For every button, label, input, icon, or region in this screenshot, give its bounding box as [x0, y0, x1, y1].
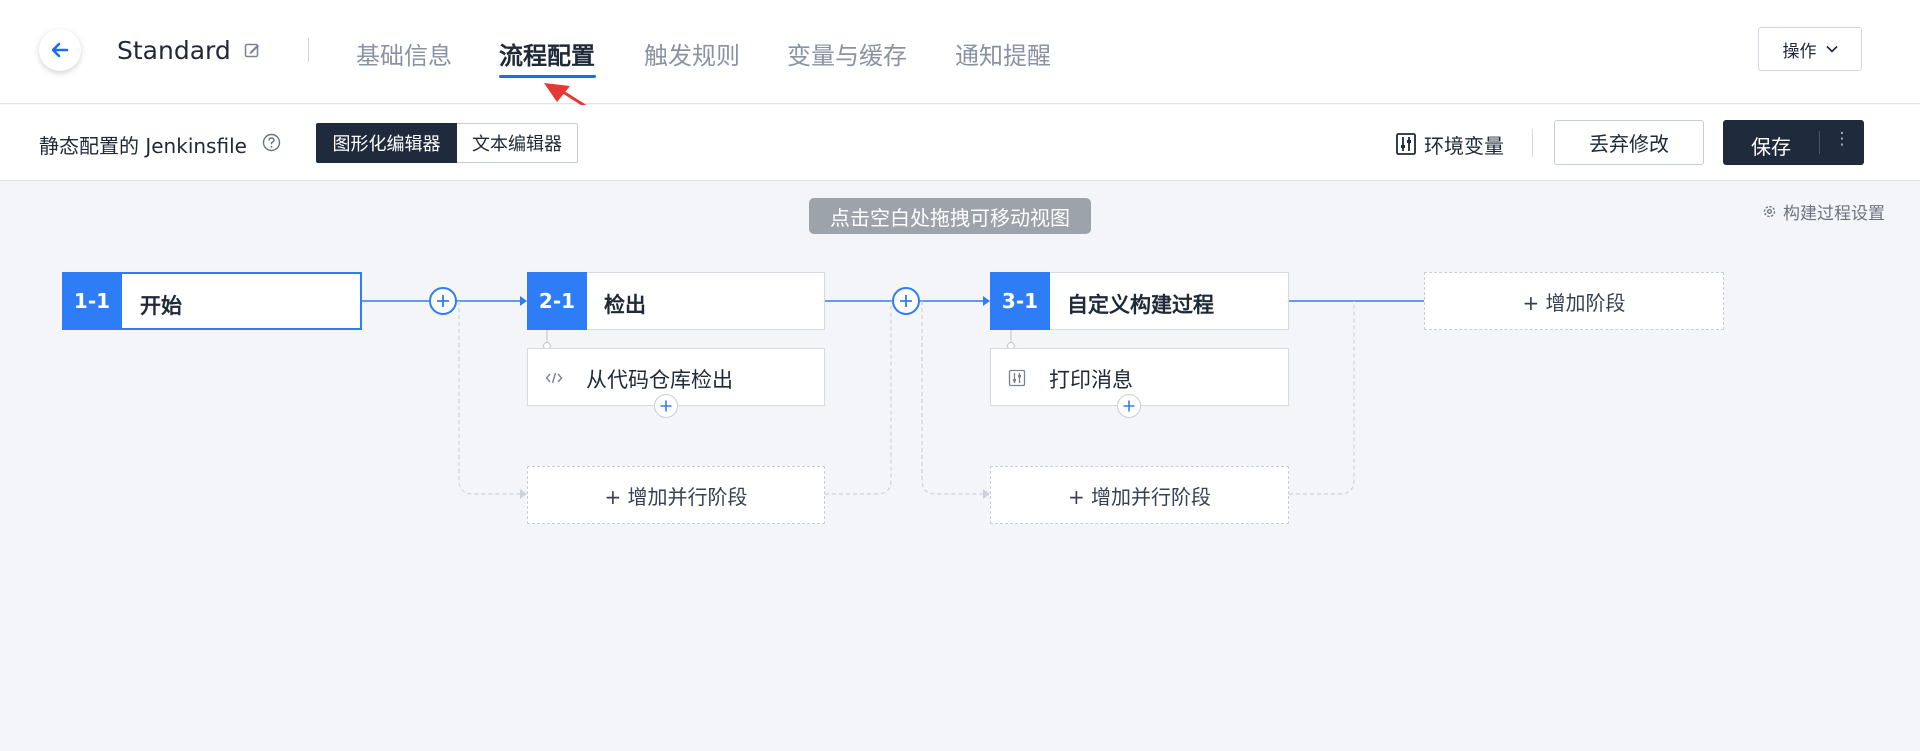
- step-name: 打印消息: [1049, 368, 1133, 392]
- stage-number: 1-1: [62, 272, 122, 330]
- stage-number: 3-1: [990, 272, 1050, 330]
- plus-icon: [660, 400, 672, 412]
- plus-icon: [1123, 400, 1135, 412]
- stage-card-checkout[interactable]: 2-1 检出: [527, 272, 825, 330]
- add-parallel-stage-button[interactable]: + 增加并行阶段: [990, 466, 1289, 524]
- add-parallel-stage-button[interactable]: + 增加并行阶段: [527, 466, 825, 524]
- code-icon: [545, 372, 563, 384]
- plus-icon: [900, 295, 912, 307]
- pipeline-connectors: [362, 296, 1424, 499]
- stage-name: 开始: [140, 294, 182, 318]
- add-stage-button[interactable]: + 增加阶段: [1424, 272, 1724, 330]
- stage-number: 2-1: [527, 272, 587, 330]
- stage-name: 检出: [604, 293, 646, 317]
- plus-icon: [437, 295, 449, 307]
- add-stage-between-button[interactable]: [429, 287, 457, 315]
- step-name: 从代码仓库检出: [586, 368, 733, 392]
- stage-card-start[interactable]: 1-1 开始: [62, 272, 362, 330]
- stage-name: 自定义构建过程: [1067, 293, 1214, 317]
- add-step-button[interactable]: [1117, 394, 1141, 418]
- add-stage-between-button[interactable]: [892, 287, 920, 315]
- stage-card-custom-build[interactable]: 3-1 自定义构建过程: [990, 272, 1289, 330]
- add-step-button[interactable]: [654, 394, 678, 418]
- sliders-icon: [1008, 369, 1026, 387]
